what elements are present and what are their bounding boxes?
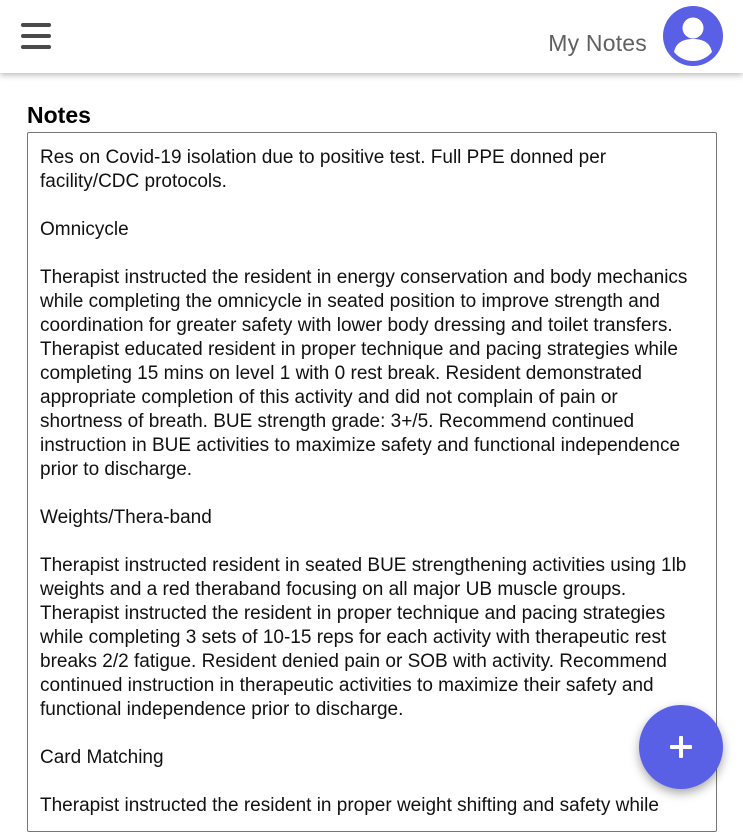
app-title: My Notes <box>548 30 647 56</box>
account-circle-icon[interactable] <box>663 6 723 66</box>
notes-label: Notes <box>27 102 91 128</box>
menu-line <box>21 23 51 27</box>
menu-line <box>21 34 51 38</box>
add-note-button[interactable] <box>639 705 723 789</box>
user-silhouette-icon <box>674 17 712 61</box>
menu-line <box>21 45 51 49</box>
app-bar: My Notes <box>0 0 743 73</box>
notes-section: Notes Res on Covid-19 isolation due to p… <box>27 100 717 832</box>
plus-icon <box>679 736 683 758</box>
notes-textarea[interactable]: Res on Covid-19 isolation due to positiv… <box>27 132 717 832</box>
hamburger-menu-icon[interactable] <box>19 20 53 52</box>
